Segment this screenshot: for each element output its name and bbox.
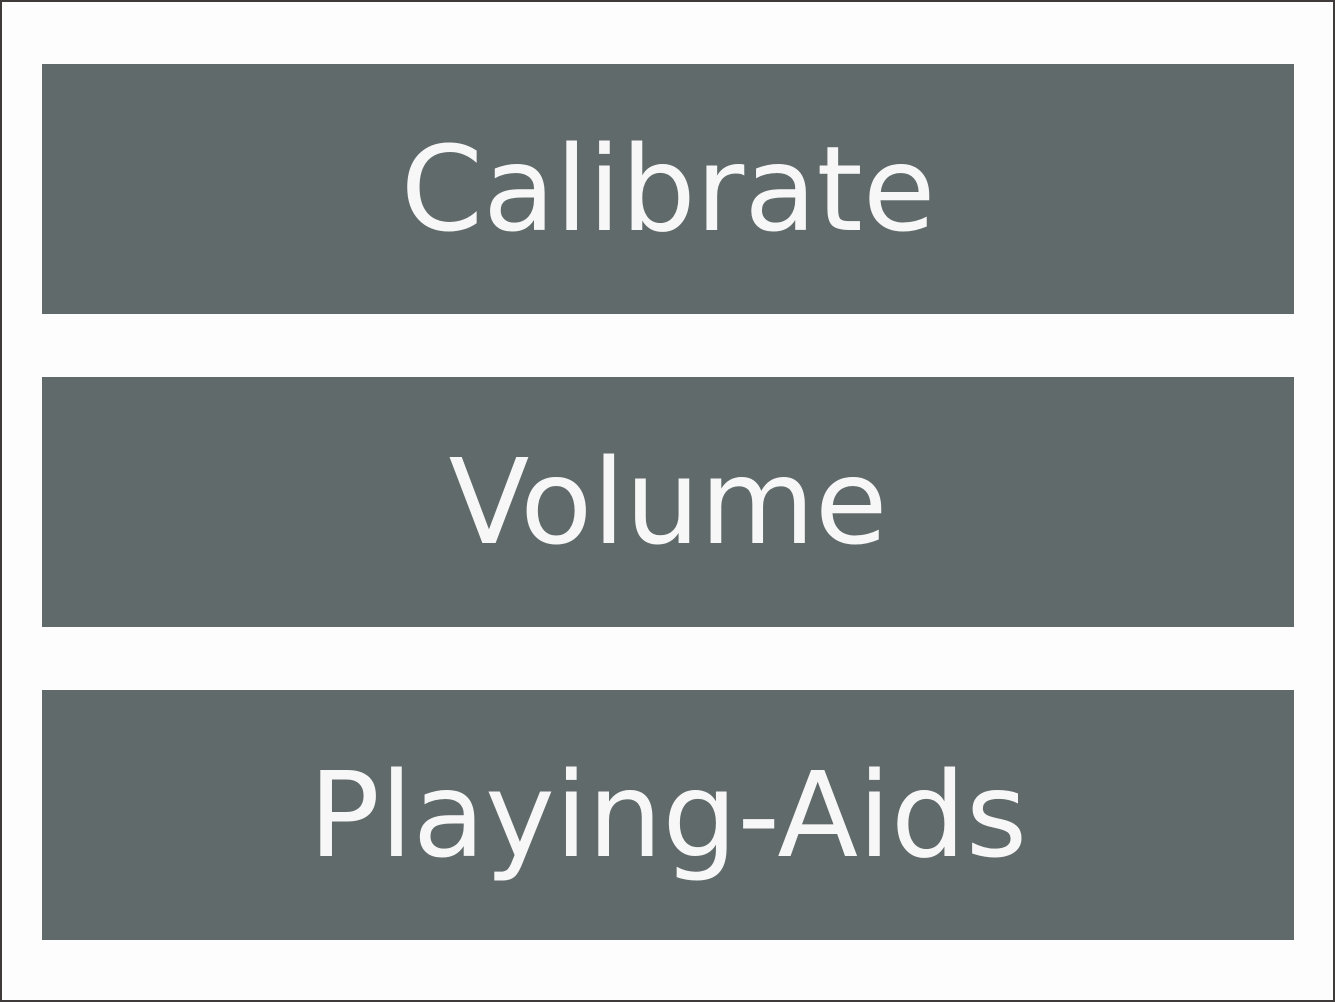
playing-aids-button[interactable]: Playing-Aids	[42, 690, 1294, 940]
calibrate-button[interactable]: Calibrate	[42, 64, 1294, 314]
playing-aids-button-label: Playing-Aids	[308, 746, 1028, 884]
menu-screen: Calibrate Volume Playing-Aids	[0, 0, 1335, 1002]
calibrate-button-label: Calibrate	[400, 120, 936, 258]
volume-button[interactable]: Volume	[42, 377, 1294, 627]
volume-button-label: Volume	[448, 433, 888, 571]
